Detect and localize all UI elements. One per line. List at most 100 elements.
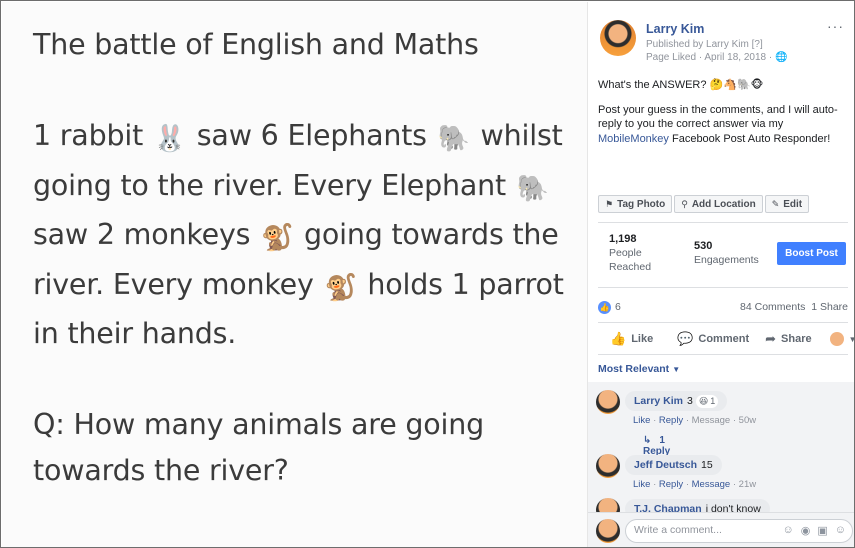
- post-as-selector[interactable]: ▼: [829, 332, 854, 346]
- composer-icons: ☺ ◉ ▣ ☺: [783, 524, 846, 537]
- sticker-icon[interactable]: ☺: [835, 524, 846, 537]
- comment-message-link[interactable]: Message: [692, 415, 731, 426]
- reaction-summary: 👍 6 84 Comments 1 Share: [598, 300, 848, 316]
- page-avatar: [829, 332, 844, 346]
- screenshot-frame: The battle of English and Maths ​ 1 rabb…: [0, 0, 855, 548]
- comment-share-counts: 84 Comments 1 Share: [740, 301, 848, 313]
- comment-bubble: Larry Kim 3 😆 1: [625, 391, 728, 411]
- post-meta-text[interactable]: Page Liked · April 18, 2018 ·: [646, 52, 772, 63]
- commenter-avatar[interactable]: [596, 390, 620, 414]
- people-reached-label-2: Reached: [609, 261, 652, 273]
- post-meta: Page Liked · April 18, 2018 · 🌐: [646, 52, 787, 63]
- shares-count[interactable]: 1 Share: [811, 301, 848, 313]
- comment-composer: ☺ ◉ ▣ ☺: [588, 512, 854, 547]
- comment-bubble: Jeff Deutsch 15: [625, 455, 722, 475]
- add-location-button[interactable]: ⚲ Add Location: [674, 195, 763, 213]
- comment-reply-link[interactable]: Reply: [659, 415, 683, 426]
- people-reached-label: People: [609, 247, 642, 259]
- rabbit-icon: 🐰: [153, 124, 187, 154]
- comment-text: 3: [687, 395, 693, 407]
- photo-question: towards the river?: [33, 453, 289, 487]
- divider: [598, 287, 848, 288]
- reaction-count[interactable]: 6: [615, 301, 621, 313]
- like-label: Like: [631, 333, 654, 345]
- comment-reaction-count: 1: [710, 396, 716, 406]
- comment-time[interactable]: 50w: [739, 415, 756, 426]
- post-caption: What's the ANSWER? 🤔🐴🐘🐵 Post your guess …: [598, 78, 850, 156]
- elephant-icon: 🐘: [516, 173, 549, 204]
- tag-photo-button[interactable]: ⚑ Tag Photo: [598, 195, 673, 213]
- comment-meta: Like · Reply · Message · 50w: [633, 415, 757, 426]
- divider: [598, 354, 848, 355]
- comment-button[interactable]: 💬 Comment: [677, 331, 749, 347]
- comment-icon: 💬: [677, 331, 694, 346]
- commenter-name[interactable]: Larry Kim: [634, 395, 683, 407]
- post-actions: 👍 Like 💬 Comment ➦ Share ▼: [598, 328, 854, 350]
- edit-label: Edit: [783, 198, 803, 210]
- elephant-icon: 🐘: [437, 124, 470, 154]
- more-options-icon[interactable]: ···: [827, 18, 844, 34]
- comment-input[interactable]: [634, 524, 754, 536]
- engagements: 530 Engagements: [694, 239, 759, 267]
- sort-label: Most Relevant: [598, 363, 670, 375]
- people-reached: 1,198 People Reached: [609, 232, 651, 274]
- comment-reply-link[interactable]: Reply: [659, 479, 683, 490]
- tag-icon: ⚑: [605, 198, 614, 209]
- chevron-down-icon: ▼: [849, 335, 854, 344]
- like-reaction-icon: 👍: [598, 301, 611, 314]
- caret-down-icon: ▼: [672, 365, 681, 374]
- emoji-icon[interactable]: ☺: [783, 524, 794, 537]
- like-button[interactable]: 👍 Like: [610, 331, 653, 347]
- view-replies-link[interactable]: ↳ 1 Reply: [643, 435, 670, 457]
- author-avatar[interactable]: [600, 20, 636, 56]
- post-photo[interactable]: The battle of English and Maths ​ 1 rabb…: [2, 2, 587, 547]
- comment-time[interactable]: 21w: [739, 479, 756, 490]
- comment-like-link[interactable]: Like: [633, 479, 650, 490]
- photo-line: saw 2 monkeys: [33, 218, 251, 251]
- photo-line: in their hands.: [33, 317, 237, 350]
- caption-emoji: 🤔🐴🐘🐵: [709, 79, 764, 91]
- comment-message-link[interactable]: Message: [692, 479, 731, 490]
- reply-arrow-icon: ↳: [643, 435, 652, 446]
- mobilemonkey-link[interactable]: MobileMonkey: [598, 133, 669, 145]
- gif-icon[interactable]: ▣: [817, 524, 827, 537]
- thumbs-up-icon: 👍: [610, 331, 627, 346]
- comment-sort-dropdown[interactable]: Most Relevant ▼: [598, 363, 680, 375]
- globe-icon: 🌐: [774, 52, 788, 63]
- composer-avatar: [596, 519, 620, 543]
- comment-like-link[interactable]: Like: [633, 415, 650, 426]
- comment-reaction[interactable]: 😆 1: [695, 394, 719, 408]
- haha-icon: 😆: [698, 395, 709, 406]
- boost-post-button[interactable]: Boost Post: [777, 242, 846, 265]
- share-button[interactable]: ➦ Share: [765, 331, 811, 347]
- photo-question: Q: How many animals are going: [33, 408, 484, 441]
- edit-button[interactable]: ✎ Edit: [764, 195, 810, 213]
- caption-question: What's the ANSWER?: [598, 79, 707, 91]
- tag-photo-label: Tag Photo: [617, 198, 666, 210]
- comment-text: 15: [701, 459, 713, 471]
- camera-icon[interactable]: ◉: [801, 524, 811, 537]
- commenter-avatar[interactable]: [596, 454, 620, 478]
- engagements-value: 530: [694, 240, 713, 252]
- photo-line: saw 6 Elephants: [196, 119, 427, 152]
- comment-label: Comment: [698, 333, 750, 345]
- comment-input-box[interactable]: ☺ ◉ ▣ ☺: [625, 519, 853, 543]
- photo-line: holds 1 parrot: [367, 267, 564, 301]
- photo-line: 1 rabbit: [33, 119, 144, 152]
- monkey-icon: 🐒: [324, 272, 357, 303]
- people-reached-value: 1,198: [609, 233, 637, 245]
- engagements-label: Engagements: [694, 254, 759, 266]
- pencil-icon: ✎: [771, 198, 780, 209]
- help-mark[interactable]: [?]: [752, 39, 763, 50]
- comments-count[interactable]: 84 Comments: [740, 301, 805, 313]
- post-sidebar: Larry Kim Published by Larry Kim [?] Pag…: [587, 2, 854, 547]
- author-name[interactable]: Larry Kim: [646, 22, 704, 36]
- pin-icon: ⚲: [681, 198, 688, 209]
- comment-meta: Like · Reply · Message · 21w: [633, 479, 757, 490]
- divider: [598, 222, 848, 223]
- photo-line: whilst: [480, 119, 563, 152]
- photo-text: The battle of English and Maths ​ 1 rabb…: [33, 22, 578, 493]
- commenter-name[interactable]: Jeff Deutsch: [634, 459, 697, 471]
- caption-text: Post your guess in the comments, and I w…: [598, 103, 838, 131]
- published-by: Published by Larry Kim [?]: [646, 39, 763, 50]
